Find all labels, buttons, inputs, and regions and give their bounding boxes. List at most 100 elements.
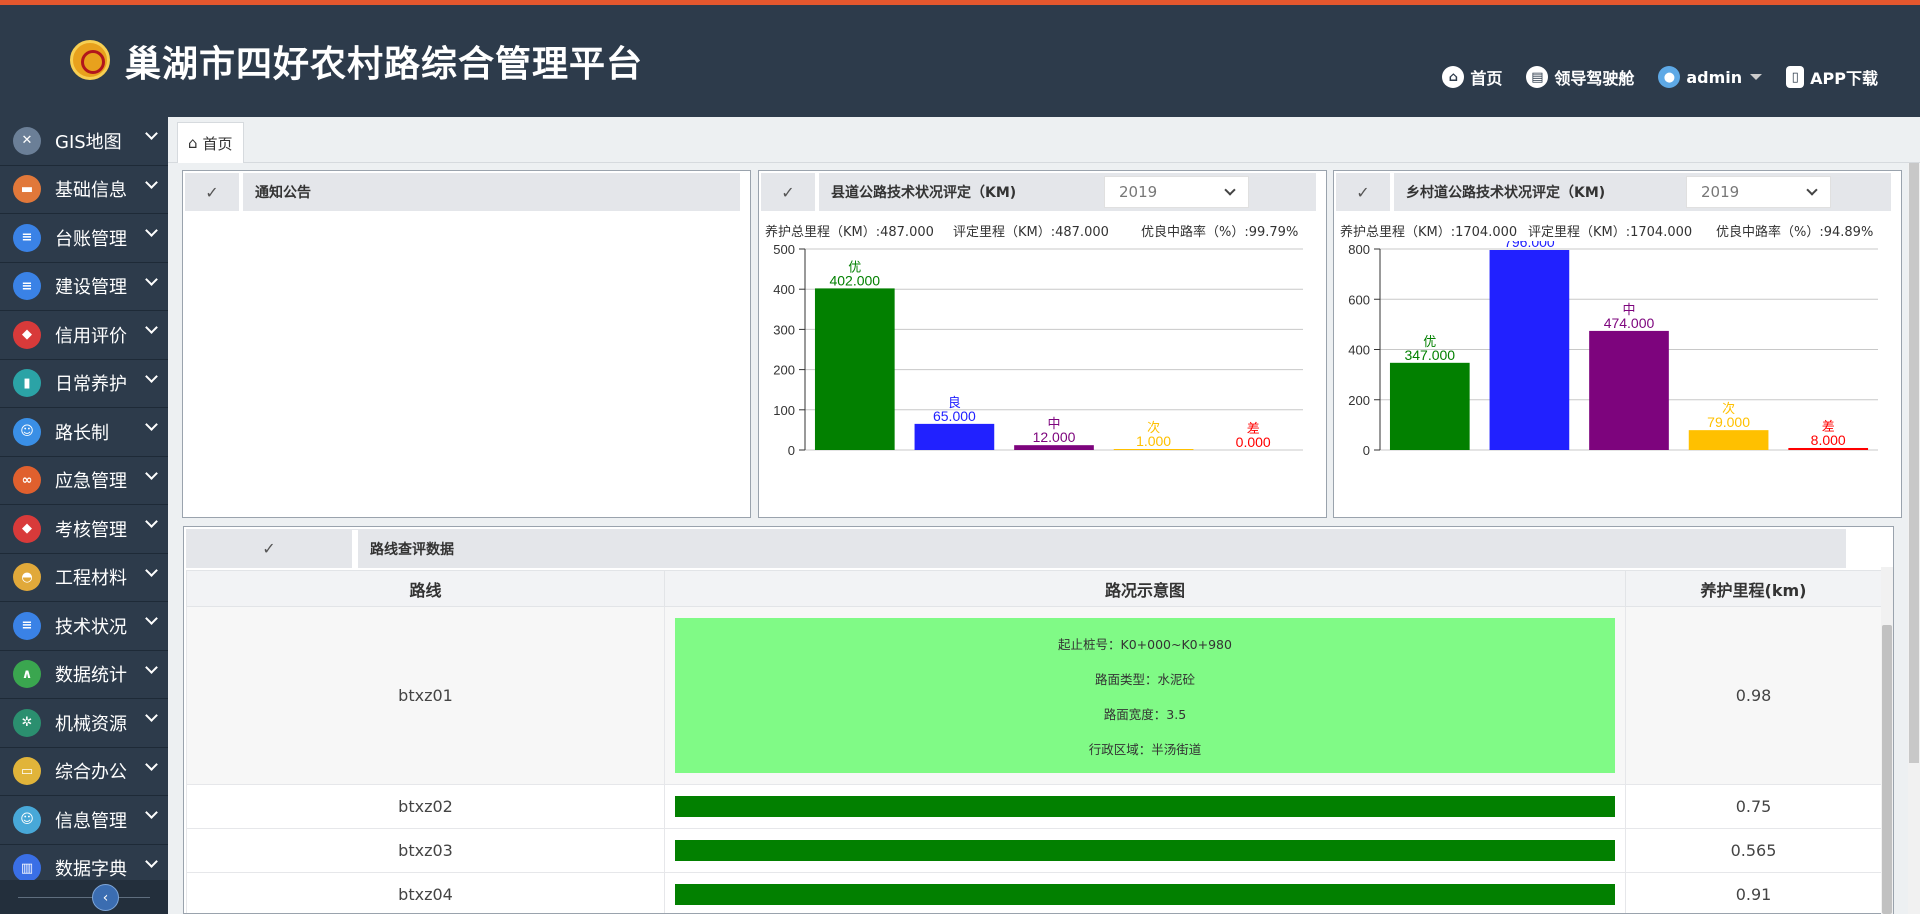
sidebar-item-label: GIS地图 [55, 131, 122, 153]
route-cell: btxz04 [186, 872, 665, 913]
y-tick-label: 500 [773, 242, 795, 257]
bar-优[interactable] [1389, 362, 1470, 450]
sidebar-item-1[interactable]: ✕ GIS地图 [0, 117, 168, 166]
nav-user-menu[interactable]: ● admin [1658, 66, 1763, 88]
chevron-down-icon [145, 757, 158, 771]
bar-良[interactable] [914, 423, 995, 450]
table-row[interactable]: btxz01 起止桩号：K0+000~K0+980 路面类型：水泥砼 路面宽度：… [186, 606, 1882, 785]
bar-差[interactable] [1788, 447, 1869, 450]
route-table: 路线 路况示意图 养护里程(km) btxz01 起止桩号：K0+000~K0+… [186, 570, 1882, 913]
county-collapse-toggle[interactable]: ✓ [761, 173, 819, 211]
road-diagram-cell [664, 784, 1626, 829]
tab-home-label: 首页 [202, 134, 233, 153]
column-header-diagram[interactable]: 路况示意图 [664, 570, 1626, 607]
sidebar-item-10[interactable]: ◓ 工程材料 [0, 554, 168, 602]
village-bar-chart: 0200400600800优347.000良796.000中474.000次79… [1348, 241, 1878, 458]
route-cell: btxz01 [186, 606, 665, 785]
bar-value-label: 8.000 [1811, 432, 1846, 448]
sidebar-item-label: 信息管理 [55, 810, 127, 832]
check-icon: ✓ [262, 539, 276, 558]
collapse-sidebar-button[interactable]: ‹ [92, 884, 119, 911]
nav-dashboard-link[interactable]: ▤ 领导驾驶舱 [1526, 65, 1634, 89]
bar-次[interactable] [1113, 449, 1194, 450]
bar-优[interactable] [814, 288, 895, 450]
check-icon: ✓ [781, 182, 795, 202]
road-condition-bar[interactable] [675, 796, 1615, 817]
bar-value-label: 0.000 [1236, 434, 1271, 450]
gear-icon: ✲ [13, 708, 41, 737]
chevron-down-icon [145, 175, 158, 189]
sidebar-item-2[interactable]: ▬ 基础信息 [0, 166, 168, 214]
sidebar-item-7[interactable]: ☺ 路长制 [0, 408, 168, 457]
sidebar-item-5[interactable]: ◆ 信用评价 [0, 311, 168, 360]
table-row[interactable]: btxz04 0.91 [186, 872, 1882, 913]
sidebar-footer: ‹ [0, 880, 168, 914]
village-panel-header: ✓ 乡村道公路技术状况评定（KM) 2019 [1336, 173, 1891, 211]
county-year-select[interactable]: 2019 [1104, 176, 1249, 208]
monitor-icon: ▭ [13, 757, 41, 786]
road-condition-bar[interactable] [675, 884, 1615, 905]
sidebar-item-9[interactable]: ◆ 考核管理 [0, 505, 168, 554]
y-tick-label: 400 [773, 282, 795, 297]
sidebar-item-3[interactable]: ≡ 台账管理 [0, 214, 168, 263]
sidebar-item-6[interactable]: ▮ 日常养护 [0, 360, 168, 408]
sidebar-item-label: 考核管理 [55, 519, 127, 541]
nav-dashboard-label: 领导驾驶舱 [1554, 69, 1635, 88]
bar-value-label: 1.000 [1136, 433, 1171, 449]
y-tick-label: 0 [1363, 443, 1370, 458]
page-scrollbar-thumb[interactable] [1909, 163, 1919, 763]
chevron-down-icon [145, 612, 158, 625]
route-table-header: ✓ 路线查评数据 [186, 529, 1846, 568]
chevron-down-icon [145, 466, 158, 480]
route-table-title: 路线查评数据 [370, 541, 454, 558]
road-condition-bar[interactable] [675, 840, 1615, 861]
column-header-route[interactable]: 路线 [186, 570, 665, 607]
nav-app-download-label: APP下载 [1810, 69, 1878, 88]
notice-panel-header: ✓ 通知公告 [185, 173, 740, 211]
route-cell: btxz03 [186, 828, 665, 873]
nav-app-download-link[interactable]: ▯ APP下载 [1786, 65, 1878, 89]
road-diagram-cell: 起止桩号：K0+000~K0+980 路面类型：水泥砼 路面宽度：3.5 行政区… [664, 606, 1626, 785]
sidebar-item-12[interactable]: ∧ 数据统计 [0, 651, 168, 699]
road-info-region: 行政区域：半汤街道 [1088, 741, 1202, 757]
table-scrollbar[interactable] [1881, 567, 1893, 914]
bar-中[interactable] [1014, 445, 1094, 450]
column-header-mileage[interactable]: 养护里程(km) [1625, 570, 1882, 607]
sidebar-item-label: 路长制 [55, 422, 109, 444]
user-info-icon: ☺ [13, 805, 41, 834]
village-stats: 养护总里程（KM）:1704.000 评定里程（KM）:1704.000 优良中… [1340, 221, 1873, 240]
table-row[interactable]: btxz03 0.565 [186, 828, 1882, 873]
chevron-down-icon [145, 709, 158, 722]
sidebar-item-13[interactable]: ✲ 机械资源 [0, 699, 168, 748]
page-scrollbar[interactable] [1908, 163, 1920, 914]
sidebar-item-8[interactable]: ∞ 应急管理 [0, 457, 168, 505]
tab-home[interactable]: ⌂ 首页 [177, 122, 244, 163]
bar-中[interactable] [1589, 330, 1669, 450]
mobile-icon: ▯ [1786, 66, 1805, 88]
list-icon: ≡ [13, 611, 41, 640]
chevron-left-icon: ‹ [102, 889, 109, 906]
y-tick-label: 100 [773, 403, 795, 418]
road-info-box[interactable]: 起止桩号：K0+000~K0+980 路面类型：水泥砼 路面宽度：3.5 行政区… [675, 618, 1615, 773]
route-table-collapse-toggle[interactable]: ✓ [186, 529, 358, 568]
village-year-select[interactable]: 2019 [1686, 176, 1831, 208]
village-collapse-toggle[interactable]: ✓ [1336, 173, 1394, 211]
sidebar: ✕ GIS地图 ▬ 基础信息 ≡ 台账管理 ≡ 建设管理 ◆ 信用评价 ▮ 日常养护 ☺ 路长制 ∞ 应急管理… [0, 117, 168, 914]
table-row[interactable]: btxz02 0.75 [186, 784, 1882, 829]
bar-value-label: 474.000 [1604, 315, 1655, 331]
sidebar-item-14[interactable]: ▭ 综合办公 [0, 748, 168, 796]
village-year-value: 2019 [1701, 183, 1740, 201]
sidebar-item-label: 应急管理 [55, 471, 127, 493]
sidebar-item-15[interactable]: ☺ 信息管理 [0, 796, 168, 845]
nav-home-link[interactable]: ⌂ 首页 [1442, 65, 1502, 89]
sidebar-item-11[interactable]: ≡ 技术状况 [0, 602, 168, 651]
chevron-down-icon [145, 854, 158, 868]
notice-collapse-toggle[interactable]: ✓ [185, 173, 243, 211]
bar-良[interactable] [1489, 250, 1570, 450]
village-stat-total: 养护总里程（KM）:1704.000 [1340, 225, 1518, 240]
bar-次[interactable] [1688, 430, 1769, 450]
chevron-down-icon [145, 563, 158, 577]
table-scrollbar-thumb[interactable] [1882, 625, 1892, 914]
sidebar-item-4[interactable]: ≡ 建设管理 [0, 263, 168, 311]
route-cell: btxz02 [186, 784, 665, 829]
